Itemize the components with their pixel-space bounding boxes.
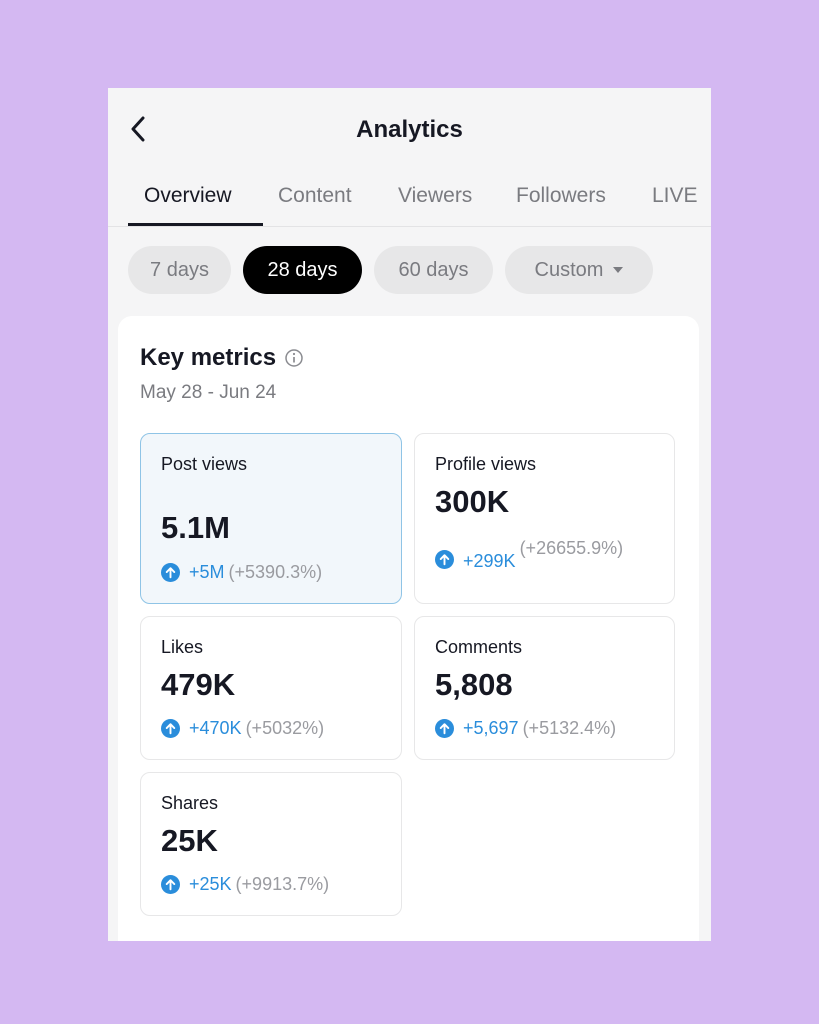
delta-percent: (+9913.7%) xyxy=(235,874,330,894)
filter-28-days[interactable]: 28 days xyxy=(243,246,362,294)
delta-value: +5,697 xyxy=(463,718,519,738)
metric-card-comments[interactable]: Comments 5,808 +5,697 (+5132.4%) xyxy=(414,616,675,760)
analytics-screen: Analytics Overview Content Viewers Follo… xyxy=(108,88,711,941)
delta-percent: (+5132.4%) xyxy=(522,718,617,738)
delta-percent: (+26655.9%) xyxy=(519,538,624,558)
arrow-up-circle-icon xyxy=(435,719,454,738)
metric-label: Shares xyxy=(161,793,219,813)
delta-value: +299K xyxy=(463,551,516,571)
key-metrics-title: Key metrics xyxy=(140,344,277,371)
arrow-up-circle-icon xyxy=(161,719,180,738)
metric-label: Post views xyxy=(161,454,248,474)
arrow-up-circle-icon xyxy=(435,550,454,569)
tab-content[interactable]: Content xyxy=(278,184,352,208)
filter-label: 28 days xyxy=(267,258,338,281)
header: Analytics xyxy=(108,88,711,176)
metric-delta: +470K (+5032%) xyxy=(161,718,324,739)
tab-viewers[interactable]: Viewers xyxy=(398,184,472,208)
delta-value: +5M xyxy=(189,562,225,582)
metric-value: 5.1M xyxy=(161,510,230,545)
metric-label: Profile views xyxy=(435,454,537,474)
filter-7-days[interactable]: 7 days xyxy=(128,246,231,294)
metric-card-profile-views[interactable]: Profile views 300K +299K (+26655.9%) xyxy=(414,433,675,604)
metric-delta: +5M (+5390.3%) xyxy=(161,562,322,583)
page-title: Analytics xyxy=(356,116,463,143)
metric-label: Comments xyxy=(435,637,523,657)
delta-percent: (+5032%) xyxy=(245,718,325,738)
metric-label: Likes xyxy=(161,637,204,657)
metric-value: 479K xyxy=(161,667,236,702)
tab-overview[interactable]: Overview xyxy=(144,184,232,208)
metric-card-likes[interactable]: Likes 479K +470K (+5032%) xyxy=(140,616,402,760)
metric-delta: +5,697 (+5132.4%) xyxy=(435,718,616,739)
tab-bar: Overview Content Viewers Followers LIVE xyxy=(108,176,711,227)
caret-down-icon xyxy=(613,267,624,273)
delta-value: +25K xyxy=(189,874,232,894)
active-tab-indicator xyxy=(128,223,263,226)
metric-value: 300K xyxy=(435,484,510,519)
filter-label: Custom xyxy=(534,258,604,281)
tab-live[interactable]: LIVE xyxy=(652,184,698,208)
key-metrics-panel: Key metrics May 28 - Jun 24 Post views 5… xyxy=(118,316,699,941)
arrow-up-circle-icon xyxy=(161,875,180,894)
metric-value: 25K xyxy=(161,823,218,858)
delta-value: +470K xyxy=(189,718,242,738)
info-icon[interactable] xyxy=(284,348,304,368)
metric-value: 5,808 xyxy=(435,667,513,702)
metric-card-post-views[interactable]: Post views 5.1M +5M (+5390.3%) xyxy=(140,433,402,604)
arrow-up-circle-icon xyxy=(161,563,180,582)
key-metrics-heading: Key metrics xyxy=(140,344,304,372)
delta-percent: (+5390.3%) xyxy=(228,562,323,582)
filter-label: 60 days xyxy=(398,258,469,281)
filter-60-days[interactable]: 60 days xyxy=(374,246,493,294)
filter-custom[interactable]: Custom xyxy=(505,246,653,294)
filter-label: 7 days xyxy=(150,258,209,281)
tab-followers[interactable]: Followers xyxy=(516,184,606,208)
metric-card-shares[interactable]: Shares 25K +25K (+9913.7%) xyxy=(140,772,402,916)
date-range: May 28 - Jun 24 xyxy=(140,382,277,403)
metric-delta: +25K (+9913.7%) xyxy=(161,874,329,895)
metric-delta: +299K (+26655.9%) xyxy=(435,538,638,572)
